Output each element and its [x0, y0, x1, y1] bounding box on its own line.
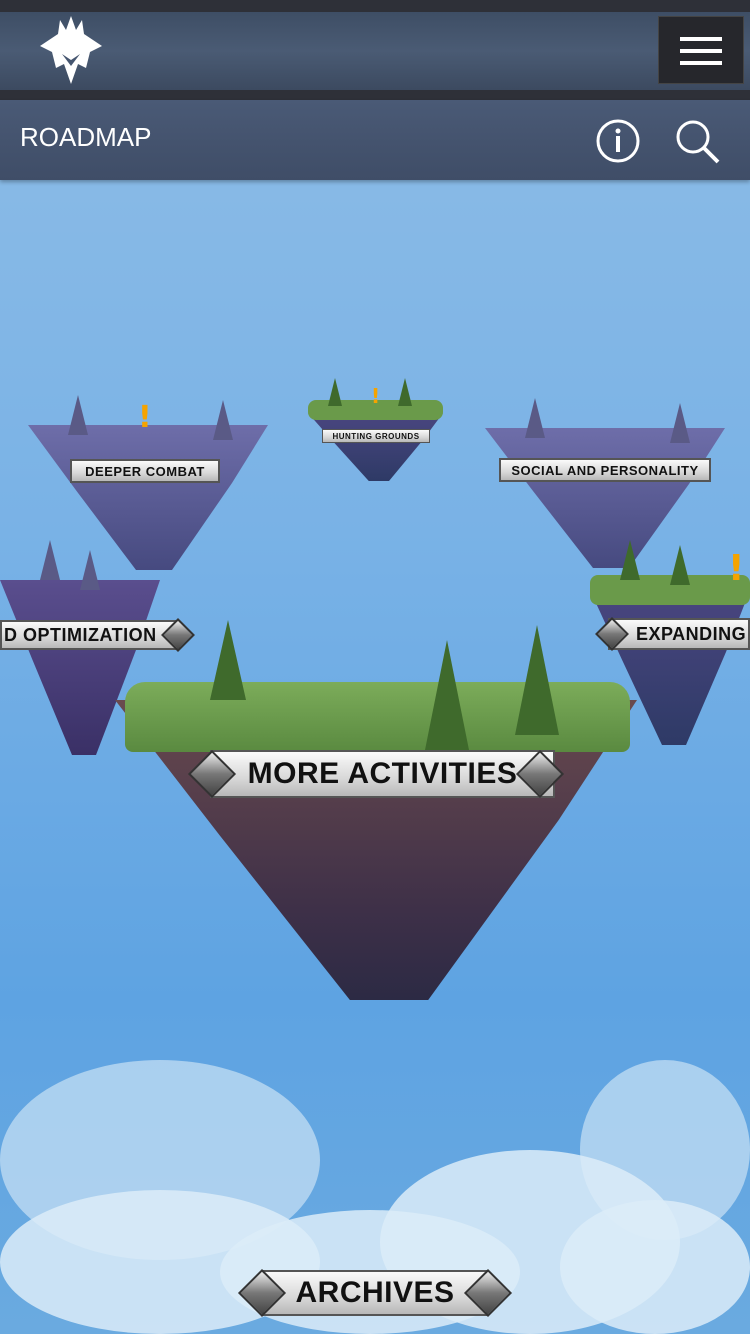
top-bar — [0, 0, 750, 100]
search-icon[interactable] — [674, 118, 720, 164]
info-icon[interactable] — [595, 118, 641, 164]
cloud — [560, 1200, 750, 1334]
page-title: ROADMAP — [20, 122, 152, 152]
sub-header: ROADMAP — [0, 100, 750, 180]
deeper-combat-label[interactable]: DEEPER COMBAT — [70, 459, 220, 483]
alert-marker: ! — [138, 400, 152, 435]
social-label[interactable]: SOCIAL AND PERSONALITY — [499, 458, 711, 482]
menu-button[interactable] — [658, 16, 744, 84]
alert-marker: ! — [728, 548, 745, 589]
island-hunting-grounds[interactable]: ! HUNTING GROUNDS — [308, 378, 443, 483]
hamburger-menu-icon — [680, 37, 722, 41]
archives-button[interactable]: ARCHIVES — [262, 1270, 488, 1316]
alert-marker: ! — [371, 384, 381, 408]
more-activities-label[interactable]: MORE ACTIVITIES — [210, 750, 555, 798]
island-more-activities[interactable]: MORE ACTIVITIES — [115, 620, 637, 1000]
game-logo[interactable] — [38, 16, 104, 84]
hunting-grounds-label[interactable]: HUNTING GROUNDS — [322, 429, 430, 443]
